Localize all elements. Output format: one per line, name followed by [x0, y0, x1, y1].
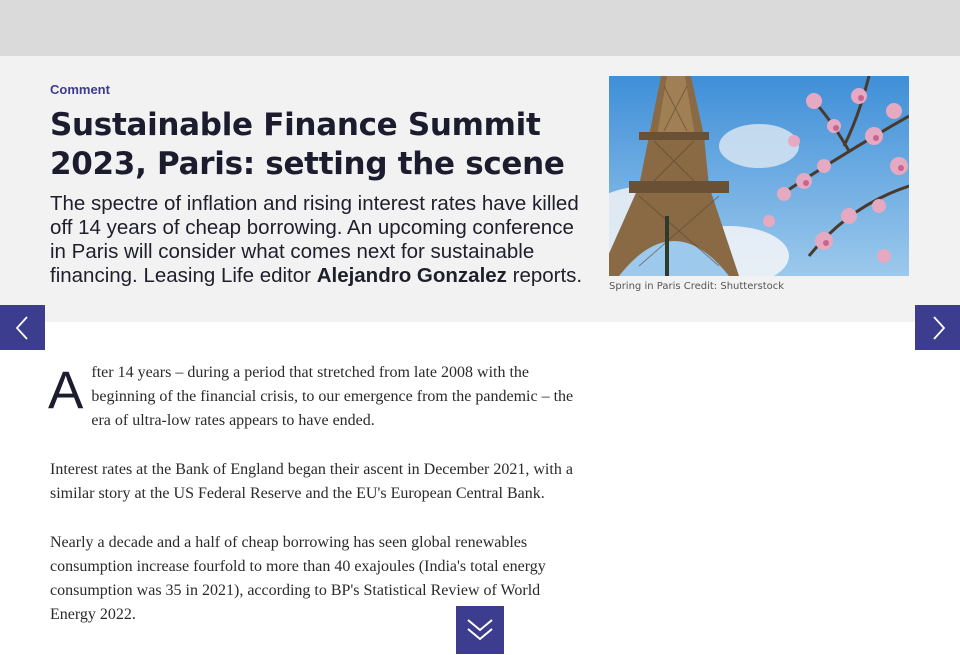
paragraph-text: fter 14 years – during a period that str…	[91, 364, 574, 429]
article-standfirst: The spectre of inflation and rising inte…	[50, 192, 590, 288]
scroll-down-button[interactable]	[456, 606, 504, 654]
chevron-left-icon	[15, 315, 28, 340]
chevron-right-icon	[932, 315, 945, 340]
article-category[interactable]: Comment	[50, 82, 590, 97]
next-article-button[interactable]	[915, 305, 960, 350]
hero-image	[609, 76, 909, 276]
standfirst-end: reports.	[506, 264, 583, 287]
drop-cap: A	[48, 361, 84, 420]
top-banner-area	[0, 0, 960, 56]
article-headline: Sustainable Finance Summit 2023, Paris: …	[50, 107, 565, 182]
eiffel-tower-photo	[609, 76, 909, 276]
author-name[interactable]: Alejandro Gonzalez	[317, 264, 507, 287]
article-paragraph: After 14 years – during a period that st…	[48, 361, 575, 433]
article-paragraph: Interest rates at the Bank of England be…	[50, 461, 573, 502]
hero-text: Comment Sustainable Finance Summit 2023,…	[50, 82, 590, 288]
previous-article-button[interactable]	[0, 305, 45, 350]
double-chevron-down-icon	[467, 619, 493, 641]
image-caption: Spring in Paris Credit: Shutterstock	[609, 281, 785, 292]
article-hero: Comment Sustainable Finance Summit 2023,…	[0, 56, 960, 322]
